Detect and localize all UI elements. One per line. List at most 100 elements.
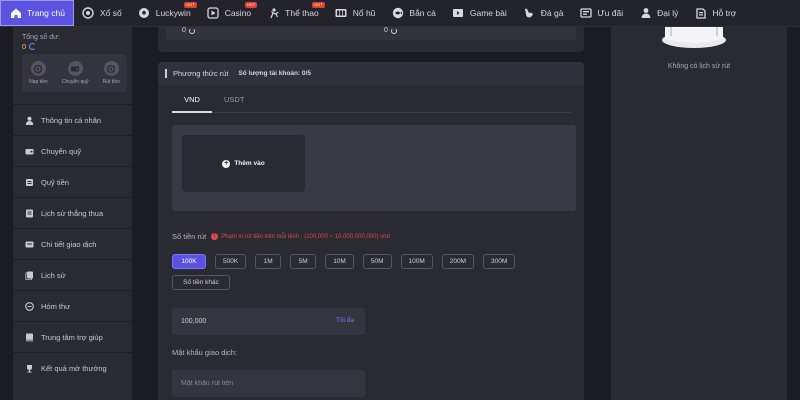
refresh-icon[interactable] (29, 43, 37, 50)
nav-item-cockfight[interactable]: Đá gà (515, 0, 572, 27)
balance-summary-inner: 0 0 (166, 27, 576, 40)
password-label: Mật khẩu giao dịch: (172, 348, 238, 357)
quick-actions: Nạp tiền Chuyển quỹ Rút tiền (22, 54, 127, 92)
balance-value: 0 (22, 42, 37, 51)
summary-right: 0 (384, 27, 397, 34)
nav-item-label: Bắn cá (409, 8, 436, 18)
withdraw-amount-input[interactable] (172, 308, 322, 335)
mail-icon (25, 301, 34, 311)
menu-item-label: Hòm thư (41, 301, 71, 311)
amount-chip-300m[interactable]: 300M (483, 254, 516, 269)
plus-icon: + (222, 159, 231, 168)
hot-badge: HOT (312, 1, 325, 8)
menu-item-transaction-details[interactable]: Chi tiết giao dịch (13, 228, 132, 259)
sports-icon (267, 7, 280, 20)
support-icon (694, 7, 707, 20)
nav-item-lottery[interactable]: Xổ số (74, 0, 130, 27)
tab-usdt[interactable]: USDT (212, 95, 256, 113)
withdraw-icon (103, 61, 119, 76)
nav-item-luckywin[interactable]: Luckywin HOT (130, 0, 199, 27)
menu-item-win-loss-history[interactable]: Lịch sử thắng thua (13, 197, 132, 228)
menu-item-profile[interactable]: Thông tin cá nhân (13, 104, 132, 135)
fish-icon (391, 7, 404, 20)
account-sidebar: Tổng số dư: 0 Nạp tiền Chuyển quỹ Rút ti… (13, 27, 132, 400)
amount-chip-1m[interactable]: 1M (255, 254, 282, 269)
amount-chips: 100K 500K 1M 5M 10M 50M 100M 200M 300M S… (172, 254, 532, 290)
menu-item-history[interactable]: Lịch sử (13, 259, 132, 290)
bank-account-area: + Thêm vào (172, 125, 576, 211)
rooster-icon (523, 7, 536, 20)
nav-item-label: Xổ số (99, 8, 122, 18)
nav-item-card-games[interactable]: Game bài (444, 0, 515, 27)
help-icon (25, 333, 34, 342)
log-icon (25, 271, 34, 280)
nav-item-home[interactable]: Trang chủ (0, 0, 74, 26)
withdraw-button[interactable]: Rút tiền (103, 61, 120, 85)
nav-item-casino[interactable]: Casino HOT (199, 0, 259, 27)
account-count: Số lượng tài khoản: 0/5 (238, 70, 311, 77)
menu-item-label: Lịch sử (41, 270, 66, 280)
add-label: Thêm vào (234, 160, 265, 167)
wallet-icon (25, 147, 34, 156)
menu-item-transfer[interactable]: Chuyển quỹ (13, 135, 132, 166)
withdraw-panel-header: Phương thức rút Số lượng tài khoản: 0/5 (158, 62, 584, 85)
menu-item-label: Kết quả mở thưởng (41, 363, 107, 373)
refresh-icon[interactable] (188, 27, 195, 34)
nav-item-label: Trang chủ (27, 8, 65, 18)
summary-left-value: 0 (182, 27, 186, 34)
nav-item-agent[interactable]: Đại lý (631, 0, 686, 27)
nav-item-promotions[interactable]: Ưu đãi (571, 0, 631, 27)
amount-chip-other[interactable]: Số tiền khác (172, 275, 230, 290)
add-bank-account-button[interactable]: + Thêm vào (182, 135, 305, 192)
nav-item-slots[interactable]: Nổ hũ (327, 0, 384, 27)
amount-chip-100m[interactable]: 100M (400, 254, 433, 269)
menu-item-label: Thông tin cá nhân (41, 115, 102, 125)
tab-vnd[interactable]: VND (172, 95, 212, 113)
nav-item-fishing[interactable]: Bắn cá (383, 0, 443, 27)
nav-item-label: Đá gà (540, 8, 564, 18)
max-amount-button[interactable]: Tối đa (336, 317, 354, 324)
amount-chip-50m[interactable]: 50M (362, 254, 392, 269)
refresh-icon[interactable] (390, 27, 397, 34)
history-empty-message: Không có lịch sử rút (667, 63, 731, 70)
withdraw-method-title: Phương thức rút (173, 69, 229, 78)
user-icon (25, 116, 34, 125)
amount-chip-100k[interactable]: 100K (172, 254, 206, 269)
withdraw-history-panel: Không có lịch sử rút (611, 27, 787, 400)
hot-badge: HOT (184, 1, 197, 8)
warning-icon: ! (211, 233, 219, 240)
nav-item-label: Thể thao (285, 8, 319, 18)
nav-item-label: Hỗ trợ (712, 8, 737, 18)
nav-item-label: Nổ hũ (352, 8, 376, 18)
nav-item-support[interactable]: Hỗ trợ (686, 0, 744, 27)
amount-label: Số tiền rút (172, 232, 207, 241)
balance-summary-card: 0 0 (158, 27, 584, 52)
play-icon (207, 7, 220, 20)
menu-item-fund[interactable]: Quỹ tiền (13, 166, 132, 197)
balance-label: Tổng số dư: (22, 34, 60, 41)
amount-chip-10m[interactable]: 10M (325, 254, 354, 269)
account-menu: Thông tin cá nhân Chuyển quỹ Quỹ tiền Lị… (13, 104, 132, 383)
transaction-icon (25, 240, 34, 249)
home-icon (9, 7, 22, 20)
nav-item-label: Casino (224, 8, 252, 18)
transfer-button[interactable]: Chuyển quỹ (62, 61, 89, 85)
amount-chip-200m[interactable]: 200M (441, 254, 475, 269)
withdraw-password-input[interactable] (172, 370, 365, 397)
fund-icon (25, 178, 34, 187)
menu-item-lottery-results[interactable]: Kết quả mở thưởng (13, 352, 132, 383)
transfer-icon (67, 61, 83, 76)
history-icon (25, 209, 34, 218)
amount-chip-5m[interactable]: 5M (290, 254, 317, 269)
menu-item-label: Chuyển quỹ (41, 146, 82, 156)
amount-row: Số tiền rút ! Phạm vi rút tiền trên mỗi … (172, 232, 390, 241)
amount-chip-500k[interactable]: 500K (215, 254, 247, 269)
menu-item-help-center[interactable]: Trung tâm trợ giúp (13, 321, 132, 352)
top-navigation: Trang chủ Xổ số Luckywin HOT Casino HOT … (0, 0, 800, 27)
menu-item-label: Lịch sử thắng thua (41, 208, 104, 218)
nav-item-sports[interactable]: Thể thao HOT (259, 0, 327, 27)
currency-tabs: VND USDT (172, 95, 572, 113)
menu-item-mailbox[interactable]: Hòm thư (13, 290, 132, 321)
deposit-button[interactable]: Nạp tiền (29, 61, 48, 85)
soccer-ball-icon (138, 7, 151, 20)
